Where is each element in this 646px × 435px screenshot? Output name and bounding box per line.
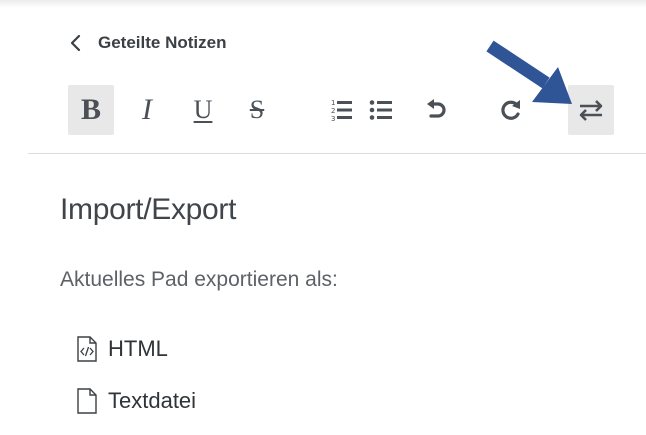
export-subtitle: Aktuelles Pad exportieren als: [60,268,338,291]
import-export-button[interactable] [568,85,614,135]
svg-text:1: 1 [331,99,335,107]
redo-button[interactable] [488,85,534,135]
panel-title: Import/Export [60,193,237,226]
text-file-icon [77,388,97,414]
bold-button[interactable]: B [68,85,114,135]
underline-button[interactable]: U [180,85,226,135]
svg-text:2: 2 [331,107,335,115]
ordered-list-icon: 1 2 3 [331,99,352,123]
editor-toolbar: B I U S 1 2 3 [0,84,646,140]
strikethrough-button[interactable]: S [234,85,280,135]
toolbar-divider [28,153,646,154]
unordered-list-button[interactable] [358,85,404,135]
underline-icon: U [193,95,213,124]
back-link[interactable]: Geteilte Notizen [66,30,226,56]
undo-icon [427,99,446,118]
html-file-icon [77,336,97,362]
export-text-label: Textdatei [108,388,197,413]
italic-icon: I [142,93,152,126]
undo-button[interactable] [414,85,460,135]
chevron-left-icon [70,34,81,52]
topbar-shade [0,0,646,8]
unordered-list-icon [369,100,392,120]
svg-text:3: 3 [331,115,335,123]
bold-icon: B [80,93,101,126]
import-export-icon [579,100,603,121]
export-text-option[interactable]: Textdatei [76,384,196,418]
back-link-label: Geteilte Notizen [98,33,227,52]
export-html-label: HTML [108,336,168,361]
italic-button[interactable]: I [124,85,170,135]
redo-icon [501,100,520,120]
export-html-option[interactable]: HTML [76,332,168,366]
strikethrough-icon: S [249,95,265,124]
